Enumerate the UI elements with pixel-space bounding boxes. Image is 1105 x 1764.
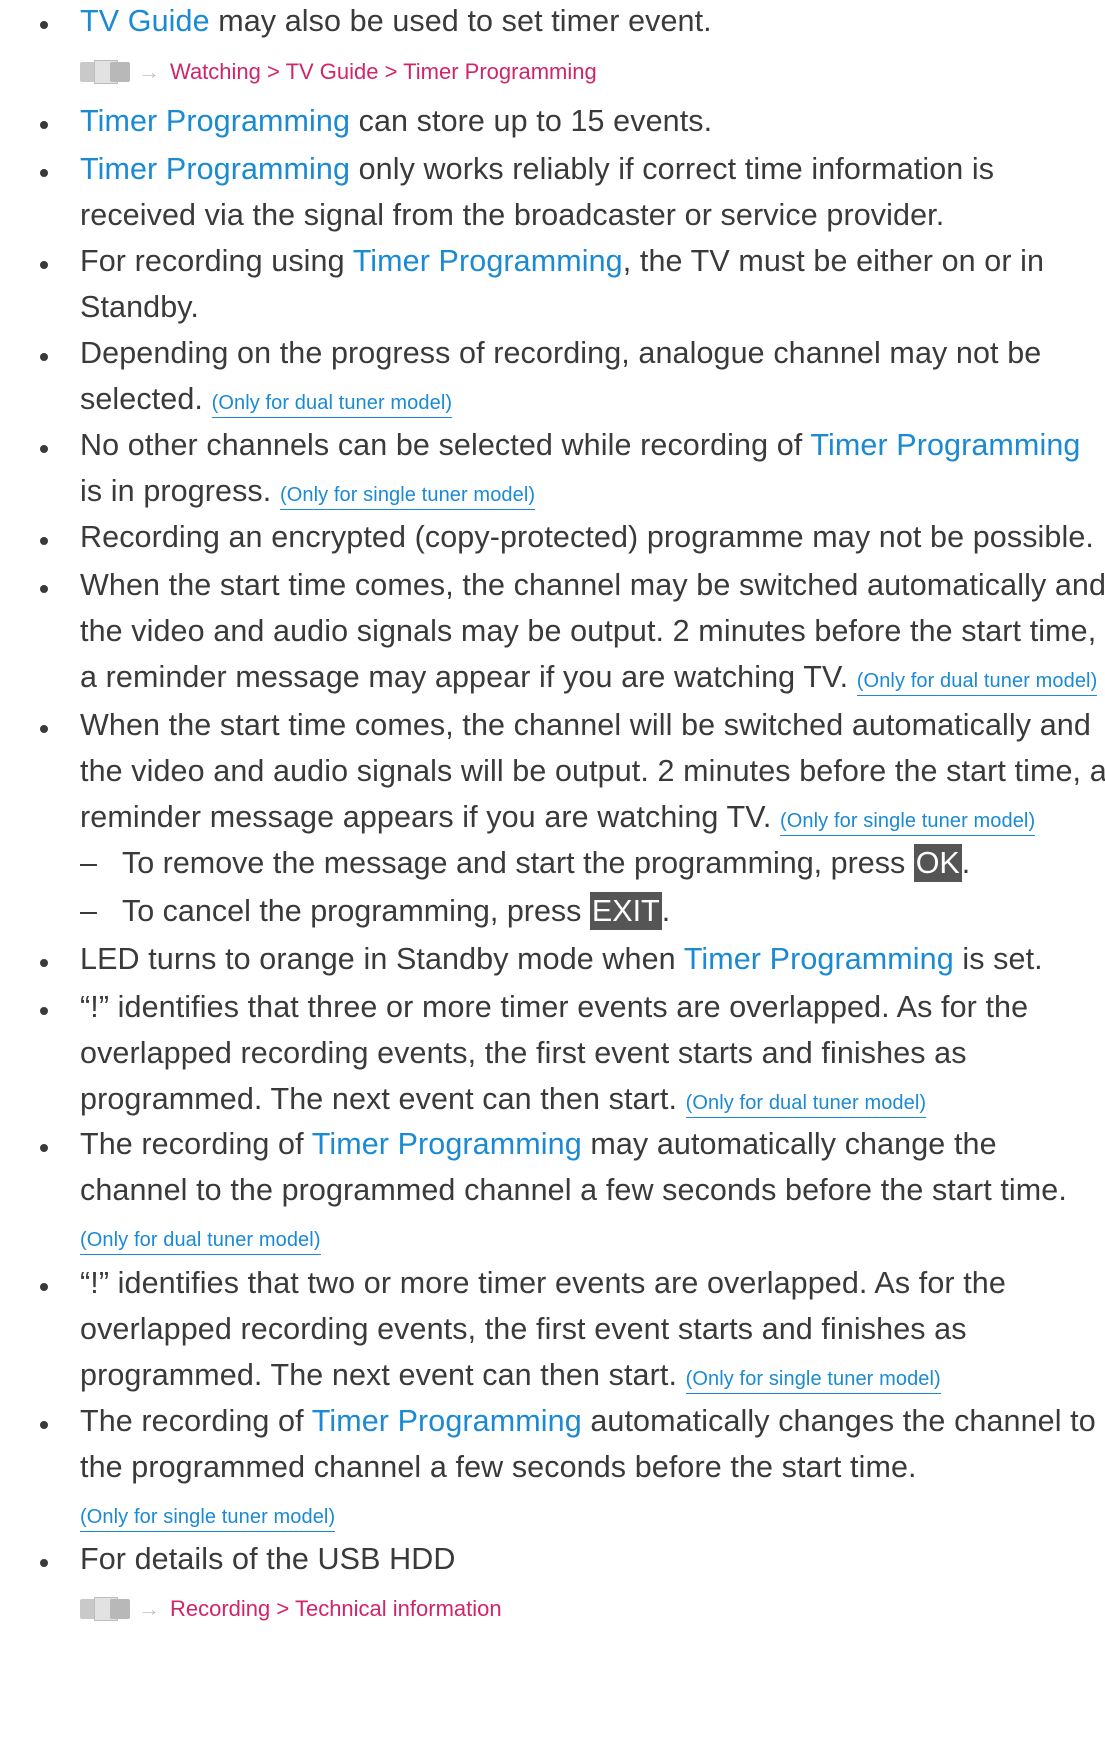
timer-programming-link[interactable]: Timer Programming <box>80 152 350 186</box>
bullet-icon <box>40 725 48 733</box>
model-note: (Only for single tuner model) <box>780 810 1036 836</box>
timer-programming-link[interactable]: Timer Programming <box>312 1404 582 1438</box>
ok-key: OK <box>913 844 962 882</box>
exit-key: EXIT <box>589 892 662 930</box>
timer-programming-link[interactable]: Timer Programming <box>312 1127 582 1161</box>
timer-programming-link[interactable]: Timer Programming <box>810 428 1080 462</box>
timer-programming-link[interactable]: Timer Programming <box>353 244 623 278</box>
bullet-icon <box>40 169 48 177</box>
sub-list-item: – To cancel the programming, press EXIT. <box>80 892 671 930</box>
timer-programming-link[interactable]: Timer Programming <box>684 942 954 976</box>
sub-list-item: – To remove the message and start the pro… <box>80 844 971 882</box>
bullet-icon <box>40 261 48 269</box>
bullet-icon <box>40 959 48 967</box>
reference-recording-technical[interactable]: → Recording > Technical information <box>80 1594 502 1624</box>
manual-book-icon <box>80 60 130 84</box>
model-note: (Only for dual tuner model) <box>856 670 1098 696</box>
bullet-icon <box>40 445 48 453</box>
bullet-icon <box>40 1283 48 1291</box>
timer-programming-link[interactable]: Timer Programming <box>80 104 350 138</box>
bullet-icon <box>40 1144 48 1152</box>
bullet-icon <box>40 1007 48 1015</box>
bullet-icon <box>40 537 48 545</box>
bullet-icon <box>40 1421 48 1429</box>
arrow-right-icon: → <box>138 59 160 84</box>
manual-book-icon <box>80 1597 130 1621</box>
model-note: (Only for dual tuner model) <box>80 1229 321 1255</box>
bullet-icon <box>40 121 48 129</box>
model-note: (Only for single tuner model) <box>685 1368 941 1394</box>
bullet-icon <box>40 21 48 29</box>
bullet-icon <box>40 353 48 361</box>
reference-path[interactable]: Recording > Technical information <box>170 1596 502 1622</box>
model-note: (Only for single tuner model) <box>279 484 536 510</box>
model-note: (Only for single tuner model) <box>80 1506 336 1532</box>
arrow-right-icon: → <box>138 1596 160 1621</box>
bullet-icon <box>40 585 48 593</box>
model-note: (Only for dual tuner model) <box>211 392 453 418</box>
bullet-icon <box>40 1559 48 1567</box>
reference-path[interactable]: Watching > TV Guide > Timer Programming <box>170 59 597 85</box>
reference-watching-tv-guide[interactable]: → Watching > TV Guide > Timer Programmin… <box>80 57 597 87</box>
tv-guide-link[interactable]: TV Guide <box>80 4 210 38</box>
model-note: (Only for dual tuner model) <box>685 1092 927 1118</box>
